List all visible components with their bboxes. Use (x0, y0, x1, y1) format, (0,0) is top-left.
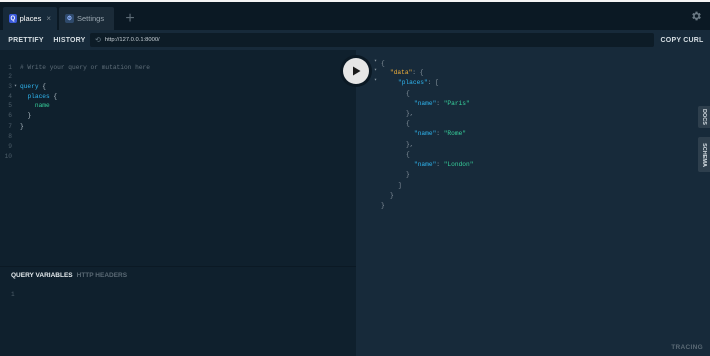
line-number: 1 (8, 63, 12, 71)
result-name-key: "name" (414, 160, 437, 168)
result-line: } (381, 201, 385, 209)
result-data-key: "data" (390, 68, 413, 76)
tab-query-variables[interactable]: QUERY VARIABLES (11, 272, 73, 279)
editor-line: 5 name (0, 100, 356, 110)
query-tab-icon: Q (9, 14, 17, 23)
brace: { (49, 92, 58, 100)
result-line: { (406, 150, 410, 158)
query-field-name: name (34, 101, 50, 109)
play-icon (353, 66, 361, 76)
tab-http-headers[interactable]: HTTP HEADERS (77, 272, 127, 279)
editor-line: 2 (0, 71, 356, 81)
result-line: } (406, 170, 410, 178)
docs-tab[interactable]: DOCS (698, 106, 710, 128)
execute-query-button[interactable] (340, 55, 372, 87)
editor-comment: # Write your query or mutation here (20, 63, 150, 71)
result-name-key: "name" (414, 99, 437, 107)
gear-icon[interactable] (690, 10, 702, 22)
result-line: } (390, 191, 394, 199)
result-place-value: "London" (443, 160, 474, 168)
result-line: }, (406, 140, 414, 148)
line-number: 3 (8, 82, 12, 90)
fold-arrow-icon[interactable]: ▾ (374, 58, 377, 64)
reload-icon[interactable]: ⟲ (95, 36, 101, 44)
settings-tab-icon: ⚙ (65, 14, 74, 23)
result-panel: ▾ { ▾ "data": { ▾ "places": [ { "name": … (356, 50, 710, 338)
close-icon[interactable]: × (46, 14, 51, 23)
result-line: "data": { (390, 68, 424, 76)
tab-settings[interactable]: ⚙ Settings (59, 7, 114, 30)
prettify-button[interactable]: PRETTIFY (5, 33, 47, 48)
result-places-key: "places" (398, 78, 428, 86)
result-name-key: "name" (414, 129, 437, 137)
schema-tab[interactable]: SCHEMA (698, 137, 710, 172)
brace: } (27, 111, 32, 119)
result-line: "places": [ (398, 78, 439, 86)
editor-line: 3 ▾ query { (0, 81, 356, 91)
endpoint-url-input[interactable]: ⟲ http://127.0.0.1:8000/ (90, 33, 654, 47)
toolbar: PRETTIFY HISTORY ⟲ http://127.0.0.1:8000… (0, 30, 710, 50)
tab-label: places (19, 14, 42, 23)
query-editor[interactable]: 1 # Write your query or mutation here 2 … (0, 50, 356, 266)
editor-line: 10 (0, 151, 356, 161)
line-number: 9 (8, 142, 12, 150)
variables-tabs: QUERY VARIABLES HTTP HEADERS (11, 272, 127, 279)
editor-line: 9 (0, 141, 356, 151)
footer-bar: TRACING (0, 338, 710, 356)
result-line: "name": "London" (414, 160, 474, 168)
line-number: 7 (8, 122, 12, 130)
line-number: 2 (8, 72, 12, 80)
line-number: 6 (8, 111, 12, 119)
result-line: { (406, 89, 410, 97)
result-line: "name": "Rome" (414, 129, 466, 137)
result-line: "name": "Paris" (414, 99, 470, 107)
editor-line: 6 } (0, 110, 356, 120)
brace: } (20, 122, 24, 130)
result-place-value: "Paris" (443, 99, 470, 107)
tab-bar: Q places × ⚙ Settings + (0, 2, 710, 30)
docs-tab-label: DOCS (701, 109, 708, 125)
line-number: 1 (11, 291, 15, 298)
query-keyword: query (20, 82, 39, 90)
result-line: }, (406, 109, 414, 117)
editor-line: 8 (0, 131, 356, 141)
endpoint-url-text: http://127.0.0.1:8000/ (104, 37, 160, 43)
tab-places[interactable]: Q places × (3, 7, 57, 30)
variables-panel: QUERY VARIABLES HTTP HEADERS 1 (0, 266, 356, 338)
line-number: 8 (8, 132, 12, 140)
brace: { (38, 82, 47, 90)
result-line: { (406, 119, 410, 127)
fold-arrow-icon[interactable]: ▾ (374, 77, 377, 83)
schema-tab-label: SCHEMA (701, 142, 707, 167)
tab-label: Settings (77, 14, 105, 23)
line-number: 10 (4, 152, 12, 160)
tracing-button[interactable]: TRACING (671, 344, 703, 351)
history-button[interactable]: HISTORY (51, 33, 88, 48)
add-tab-button[interactable]: + (120, 9, 140, 29)
copy-curl-button[interactable]: COPY CURL (659, 33, 705, 48)
query-field-places: places (27, 92, 50, 100)
result-line: { (381, 59, 385, 67)
result-place-value: "Rome" (443, 129, 466, 137)
result-line: ] (398, 181, 402, 189)
editor-line: 7 } (0, 121, 356, 131)
line-number: 4 (8, 92, 12, 100)
line-number: 5 (8, 101, 12, 109)
fold-arrow-icon[interactable]: ▾ (374, 67, 377, 73)
